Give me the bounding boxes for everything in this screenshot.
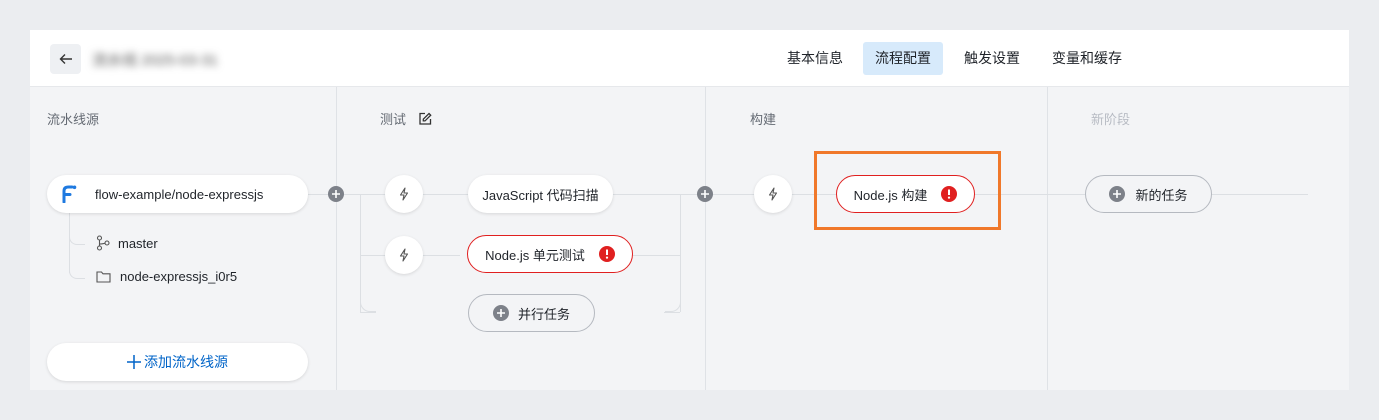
pipeline-editor: 流水线 2025-03-31 基本信息 流程配置 触发设置 变量和缓存 流水线源… bbox=[30, 30, 1349, 390]
job-label: Node.js 单元测试 bbox=[485, 247, 585, 263]
tab-variables-cache[interactable]: 变量和缓存 bbox=[1040, 42, 1134, 75]
add-stage-button[interactable] bbox=[328, 186, 344, 202]
stage-title-new-stage: 新阶段 bbox=[1091, 112, 1131, 127]
arrow-left-icon bbox=[59, 54, 72, 64]
stage-title-test-label: 测试 bbox=[380, 112, 407, 127]
job-javascript-scan[interactable]: JavaScript 代码扫描 bbox=[468, 175, 613, 213]
lightning-icon bbox=[399, 187, 409, 201]
lightning-icon bbox=[768, 187, 778, 201]
branch-corner bbox=[665, 296, 681, 312]
header-bar: 流水线 2025-03-31 基本信息 流程配置 触发设置 变量和缓存 bbox=[30, 30, 1349, 87]
folder-icon bbox=[96, 271, 111, 283]
source-directory: node-expressjs_i0r5 bbox=[96, 269, 237, 284]
job-label: JavaScript 代码扫描 bbox=[482, 187, 599, 203]
flow-logo-icon bbox=[62, 185, 77, 203]
pipeline-canvas: 流水线源 测试 构建 新阶段 flow-example/node-express… bbox=[30, 87, 1349, 390]
new-task-label: 新的任务 bbox=[1135, 187, 1188, 203]
tab-trigger-settings[interactable]: 触发设置 bbox=[952, 42, 1032, 75]
job-label: Node.js 构建 bbox=[853, 187, 928, 203]
branch-icon bbox=[96, 235, 110, 251]
plus-icon bbox=[332, 190, 340, 198]
source-repo-card[interactable]: flow-example/node-expressjs bbox=[47, 175, 308, 213]
plus-circle-icon bbox=[492, 305, 509, 321]
parallel-task-label: 并行任务 bbox=[517, 306, 570, 322]
source-branch-name: master bbox=[118, 235, 158, 251]
column-divider bbox=[1047, 87, 1048, 390]
branch-connector-vline bbox=[360, 194, 361, 312]
plus-circle-icon bbox=[1109, 186, 1126, 202]
lightning-icon bbox=[399, 248, 409, 262]
branch-connector-vline bbox=[680, 194, 681, 312]
source-branch: master bbox=[96, 235, 158, 251]
source-tree-branch bbox=[69, 265, 85, 279]
source-tree-branch bbox=[69, 233, 85, 245]
job-nodejs-build[interactable]: Node.js 构建 bbox=[836, 175, 975, 213]
column-divider bbox=[336, 87, 337, 390]
back-button[interactable] bbox=[50, 44, 81, 74]
error-icon bbox=[941, 186, 958, 202]
branch-connector-line bbox=[630, 255, 680, 256]
edit-icon[interactable] bbox=[418, 112, 432, 126]
add-parallel-task-button[interactable]: 并行任务 bbox=[468, 294, 595, 332]
source-directory-name: node-expressjs_i0r5 bbox=[120, 269, 238, 284]
plus-icon bbox=[701, 190, 709, 198]
tab-basic-info[interactable]: 基本信息 bbox=[775, 42, 855, 75]
add-source-label: 添加流水线源 bbox=[144, 354, 228, 370]
stage-title-source: 流水线源 bbox=[47, 112, 100, 127]
build-trigger-node[interactable] bbox=[754, 175, 792, 213]
column-divider bbox=[705, 87, 706, 390]
new-task-button[interactable]: 新的任务 bbox=[1085, 175, 1212, 213]
pipeline-title: 流水线 2025-03-31 bbox=[92, 52, 218, 69]
error-icon bbox=[598, 246, 615, 262]
branch-connector-line bbox=[360, 312, 376, 313]
add-source-button[interactable]: 添加流水线源 bbox=[47, 343, 308, 381]
job-nodejs-unit-test[interactable]: Node.js 单元测试 bbox=[467, 235, 633, 273]
add-stage-button[interactable] bbox=[697, 186, 713, 202]
branch-connector-line bbox=[664, 312, 680, 313]
plus-icon bbox=[127, 355, 141, 369]
test-trigger-node[interactable] bbox=[385, 175, 423, 213]
source-repo-name: flow-example/node-expressjs bbox=[95, 186, 264, 202]
source-tree-line bbox=[69, 213, 70, 273]
stage-title-build: 构建 bbox=[750, 112, 777, 127]
test-trigger-node[interactable] bbox=[385, 236, 423, 274]
tab-flow-config[interactable]: 流程配置 bbox=[863, 42, 943, 75]
branch-corner bbox=[360, 296, 376, 312]
stage-title-test: 测试 bbox=[380, 109, 432, 128]
